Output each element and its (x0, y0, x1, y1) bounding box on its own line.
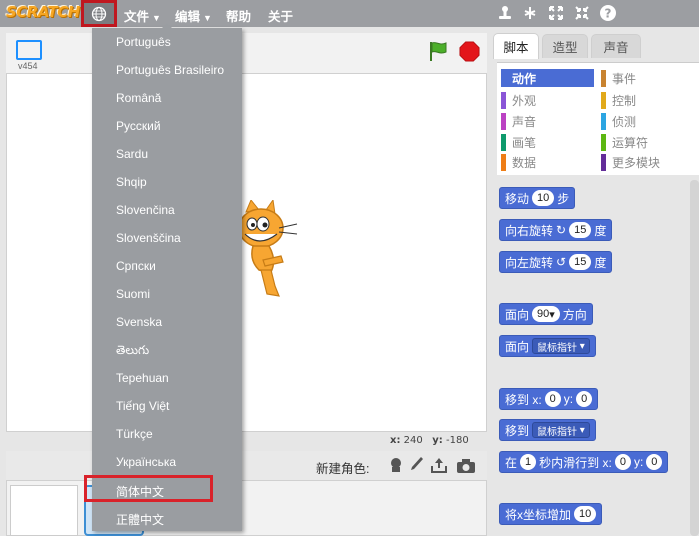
language-option[interactable]: Türkçe (116, 427, 153, 441)
block-turn-left[interactable]: 向左旋转 ↺ 15 度 (499, 251, 613, 273)
block-point-direction[interactable]: 面向 90 ▾ 方向 (499, 303, 593, 325)
category-motion[interactable]: 动作 (501, 69, 594, 87)
language-option[interactable]: Slovenščina (116, 231, 181, 245)
category-swatch (501, 112, 506, 130)
glide-seconds-input[interactable]: 1 (520, 454, 537, 470)
language-option[interactable]: Português (116, 35, 171, 49)
language-dropdown-menu: Português Português Brasileiro Română Русск… (92, 23, 242, 531)
block-goto-target[interactable]: 移到 鼠标指针 ▾ (499, 419, 596, 441)
turn-left-degrees-input[interactable]: 15 (569, 254, 592, 270)
stage-thumbnail[interactable] (10, 485, 78, 536)
stage-header (6, 33, 487, 73)
language-option[interactable]: Slovenčina (116, 203, 175, 217)
version-label: v454 (18, 61, 38, 71)
category-swatch (501, 153, 506, 171)
goto-y-input[interactable]: 0 (576, 391, 593, 407)
scratch-logo[interactable]: SCRATCH (6, 3, 80, 21)
category-palette: 动作 事件 外观 控制 声音 侦测 画笔 运算符 数据 更多模块 (497, 62, 699, 175)
new-sprite-label: 新建角色: (316, 462, 370, 476)
language-option[interactable]: Sardu (116, 147, 148, 161)
language-option[interactable]: Tepehuan (116, 371, 169, 385)
blocks-scrollbar[interactable] (690, 180, 699, 536)
menu-file[interactable]: 文件 ▼ (124, 6, 161, 25)
stage-canvas[interactable] (6, 73, 487, 432)
block-glide[interactable]: 在 1 秒内滑行到 x: 0 y: 0 (499, 451, 669, 473)
category-swatch (501, 133, 506, 151)
steps-input[interactable]: 10 (532, 190, 555, 206)
rotate-counterclockwise-icon: ↺ (556, 255, 567, 269)
language-option[interactable]: 正體中文 (116, 511, 164, 528)
mouse-coordinates: x: 240 y: -180 (390, 435, 469, 446)
globe-icon (91, 6, 107, 21)
turn-right-degrees-input[interactable]: 15 (569, 222, 592, 238)
language-option[interactable]: తెలుగు (116, 343, 149, 360)
camera-icon[interactable] (456, 458, 476, 474)
category-events[interactable]: 事件 (601, 69, 636, 87)
cut-scissors-icon[interactable] (521, 4, 539, 22)
category-data[interactable]: 数据 (501, 153, 536, 171)
tab-costumes[interactable]: 造型 (542, 34, 588, 58)
category-sound[interactable]: 声音 (501, 112, 536, 130)
glide-y-input[interactable]: 0 (646, 454, 663, 470)
tab-sounds[interactable]: 声音 (591, 34, 641, 58)
category-swatch (501, 91, 506, 109)
goto-x-input[interactable]: 0 (544, 391, 561, 407)
grow-icon[interactable] (547, 4, 565, 22)
category-swatch (601, 69, 606, 87)
sprite-library-icon[interactable] (387, 456, 405, 474)
svg-text:?: ? (605, 7, 612, 21)
language-option[interactable]: Tiếng Việt (116, 399, 169, 413)
language-globe-button[interactable] (81, 0, 117, 27)
block-goto-xy[interactable]: 移到 x: 0 y: 0 (499, 388, 599, 410)
category-swatch (601, 153, 606, 171)
help-question-icon[interactable]: ? (599, 4, 617, 22)
block-point-towards[interactable]: 面向 鼠标指针 ▾ (499, 335, 596, 357)
block-change-x[interactable]: 将x坐标增加 10 (499, 503, 603, 525)
category-swatch (501, 69, 506, 87)
upload-sprite-icon[interactable] (430, 456, 448, 474)
category-operators[interactable]: 运算符 (601, 133, 648, 151)
language-option[interactable]: Português Brasileiro (116, 63, 224, 77)
category-more-blocks[interactable]: 更多模块 (601, 153, 660, 171)
caret-down-icon: ▼ (203, 13, 212, 23)
category-sensing[interactable]: 侦测 (601, 112, 636, 130)
caret-down-icon: ▼ (152, 13, 161, 23)
glide-x-input[interactable]: 0 (614, 454, 631, 470)
language-option[interactable]: Svenska (116, 315, 162, 329)
category-swatch (601, 112, 606, 130)
language-option[interactable]: Српски (116, 259, 156, 273)
category-pen[interactable]: 画笔 (501, 133, 536, 151)
goto-target-dropdown[interactable]: 鼠标指针 ▾ (532, 422, 590, 438)
stop-sign-icon[interactable] (459, 41, 480, 62)
menubar: SCRATCH 文件 ▼ 编辑 ▼ 帮助 关于 ? (0, 0, 699, 27)
menu-help[interactable]: 帮助 (226, 6, 251, 25)
green-flag-icon[interactable] (427, 40, 449, 62)
tab-scripts[interactable]: 脚本 (493, 33, 539, 59)
language-option[interactable]: Română (116, 91, 161, 105)
block-move-steps[interactable]: 移动 10 步 (499, 187, 576, 209)
direction-input[interactable]: 90 ▾ (532, 306, 560, 322)
category-control[interactable]: 控制 (601, 91, 636, 109)
presentation-mode-icon[interactable] (16, 40, 42, 60)
shrink-icon[interactable] (573, 4, 591, 22)
duplicate-stamp-icon[interactable] (496, 4, 514, 22)
category-swatch (601, 91, 606, 109)
language-option[interactable]: Русский (116, 119, 161, 133)
towards-dropdown[interactable]: 鼠标指针 ▾ (532, 338, 590, 354)
language-selection-highlight (84, 475, 213, 502)
rotate-clockwise-icon: ↻ (556, 223, 567, 237)
category-looks[interactable]: 外观 (501, 91, 536, 109)
block-turn-right[interactable]: 向右旋转 ↻ 15 度 (499, 219, 613, 241)
language-option[interactable]: Shqip (116, 175, 147, 189)
category-swatch (601, 133, 606, 151)
language-option[interactable]: Suomi (116, 287, 150, 301)
paint-brush-icon[interactable] (408, 456, 424, 474)
language-option[interactable]: Українська (116, 455, 176, 469)
change-x-input[interactable]: 10 (574, 506, 597, 522)
menu-edit[interactable]: 编辑 ▼ (175, 6, 212, 25)
menu-about[interactable]: 关于 (268, 6, 293, 25)
